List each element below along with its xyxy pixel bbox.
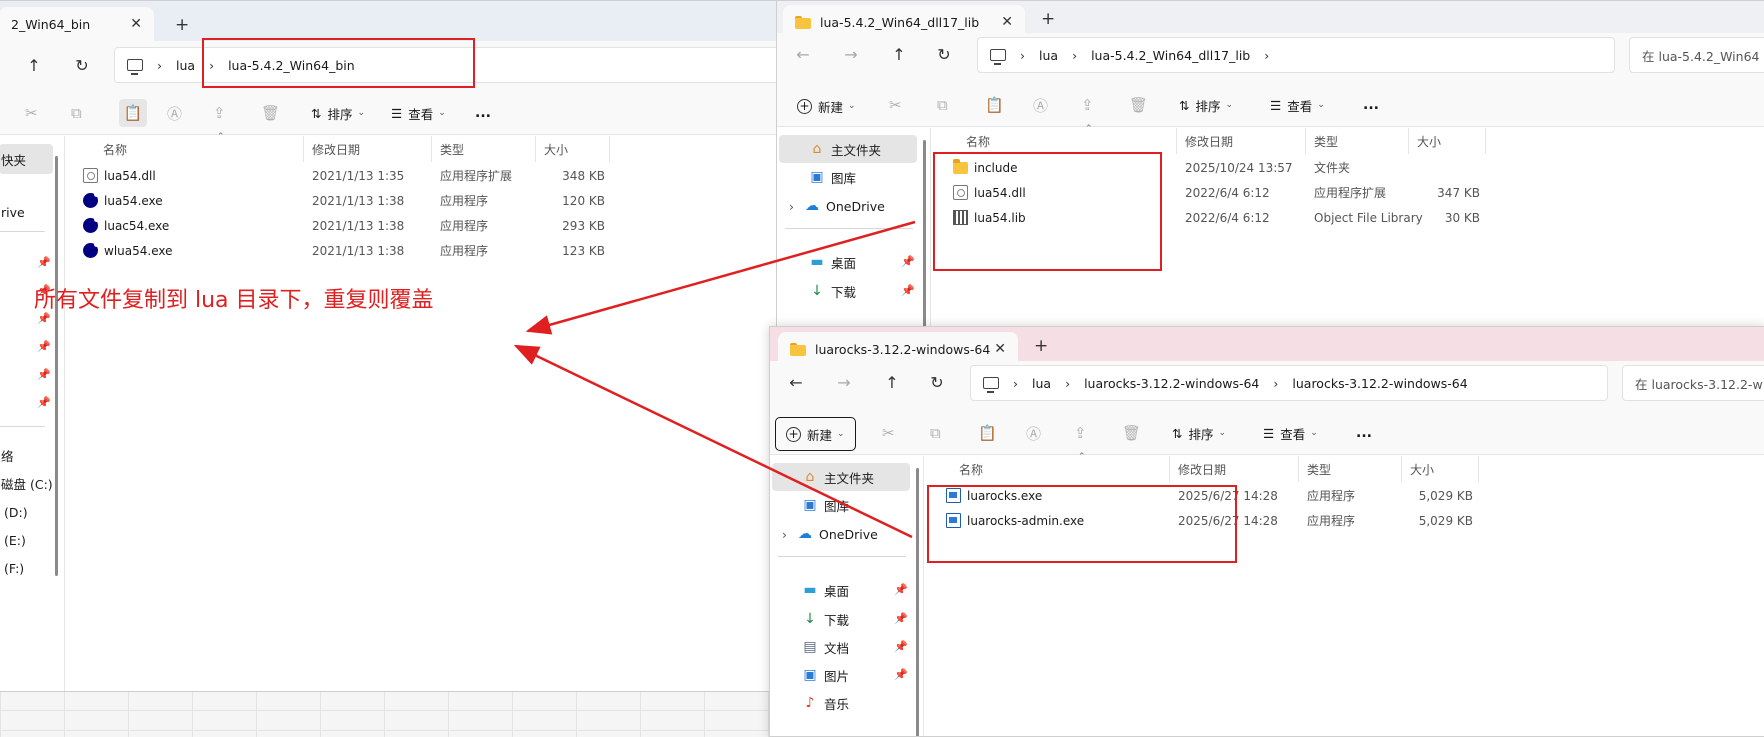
annotation-arrows: [513, 220, 916, 539]
arrow-from-dll-window: [525, 220, 916, 335]
arrow-from-luarocks-window: [513, 344, 913, 539]
